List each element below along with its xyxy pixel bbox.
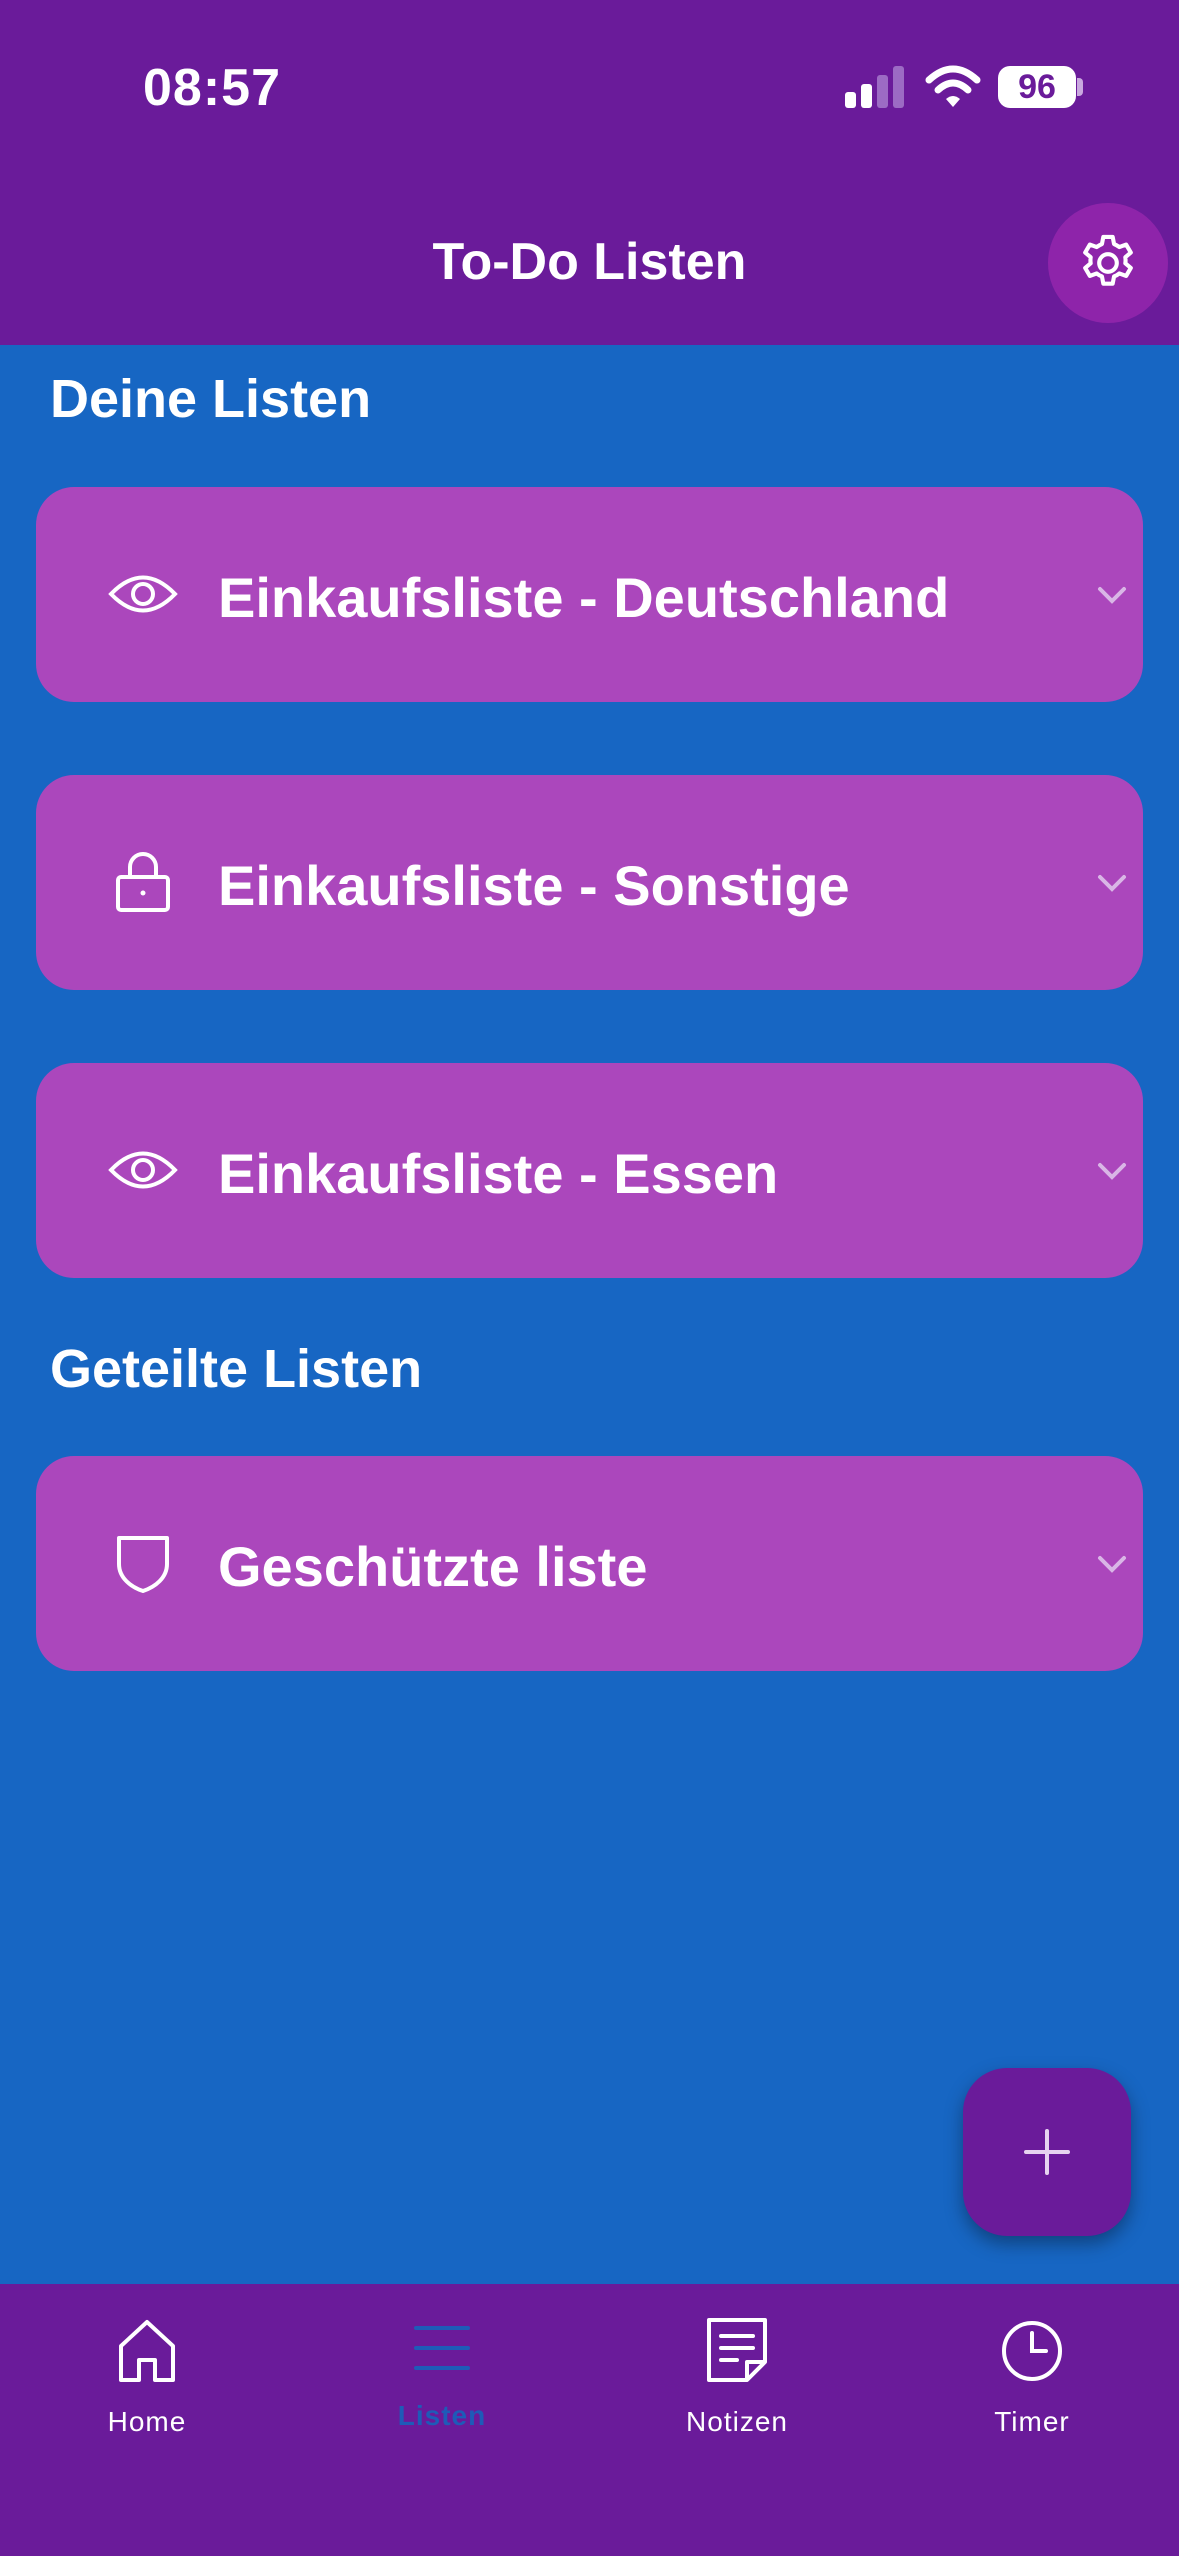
list-card-geschuetzte-liste[interactable]: Geschützte liste xyxy=(36,1456,1143,1671)
plus-icon xyxy=(1024,2129,1070,2175)
list-title: Einkaufsliste - Deutschland xyxy=(218,566,950,629)
section-title-shared-lists: Geteilte Listen xyxy=(50,1339,423,1399)
eye-icon xyxy=(108,1139,178,1201)
chevron-down-icon[interactable] xyxy=(1094,579,1130,609)
home-icon xyxy=(119,2320,175,2382)
nav-label: Home xyxy=(107,2406,187,2437)
battery-indicator: 96 xyxy=(998,66,1076,108)
list-title: Einkaufsliste - Sonstige xyxy=(218,854,850,917)
list-card-einkaufsliste-sonstige[interactable]: Einkaufsliste - Sonstige xyxy=(36,775,1143,990)
nav-item-listen[interactable]: Listen xyxy=(342,2316,542,2446)
status-time: 08:57 xyxy=(143,59,281,117)
nav-item-notizen[interactable]: Notizen xyxy=(637,2316,837,2446)
list-title: Einkaufsliste - Essen xyxy=(218,1142,779,1205)
list-card-einkaufsliste-essen[interactable]: Einkaufsliste - Essen xyxy=(36,1063,1143,1278)
list-card-einkaufsliste-deutschland[interactable]: Einkaufsliste - Deutschland xyxy=(36,487,1143,702)
nav-item-home[interactable]: Home xyxy=(47,2316,247,2446)
wifi-icon xyxy=(925,65,981,107)
chevron-down-icon[interactable] xyxy=(1094,867,1130,897)
nav-item-timer[interactable]: Timer xyxy=(932,2316,1132,2446)
add-list-button[interactable] xyxy=(963,2068,1131,2236)
nav-label: Listen xyxy=(397,2400,487,2431)
status-bar: 08:57 96 xyxy=(0,0,1179,180)
cellular-signal-icon xyxy=(845,66,904,108)
page-title: To-Do Listen xyxy=(432,233,747,291)
eye-icon xyxy=(108,563,178,625)
app-bar: To-Do Listen xyxy=(0,180,1179,345)
clock-icon xyxy=(1002,2321,1062,2381)
nav-label: Notizen xyxy=(686,2406,788,2437)
section-title-own-lists: Deine Listen xyxy=(50,369,372,429)
battery-nub xyxy=(1077,78,1083,96)
lock-icon xyxy=(108,851,178,913)
shield-icon xyxy=(108,1532,178,1594)
list-title: Geschützte liste xyxy=(218,1535,648,1598)
nav-label: Timer xyxy=(994,2406,1070,2437)
note-icon xyxy=(707,2318,767,2382)
gear-icon xyxy=(1083,234,1133,286)
chevron-down-icon[interactable] xyxy=(1094,1155,1130,1185)
settings-button[interactable] xyxy=(1048,203,1168,323)
list-icon xyxy=(414,2326,470,2370)
bottom-navigation: Home Listen Notizen Timer xyxy=(0,2284,1179,2556)
chevron-down-icon[interactable] xyxy=(1094,1548,1130,1578)
